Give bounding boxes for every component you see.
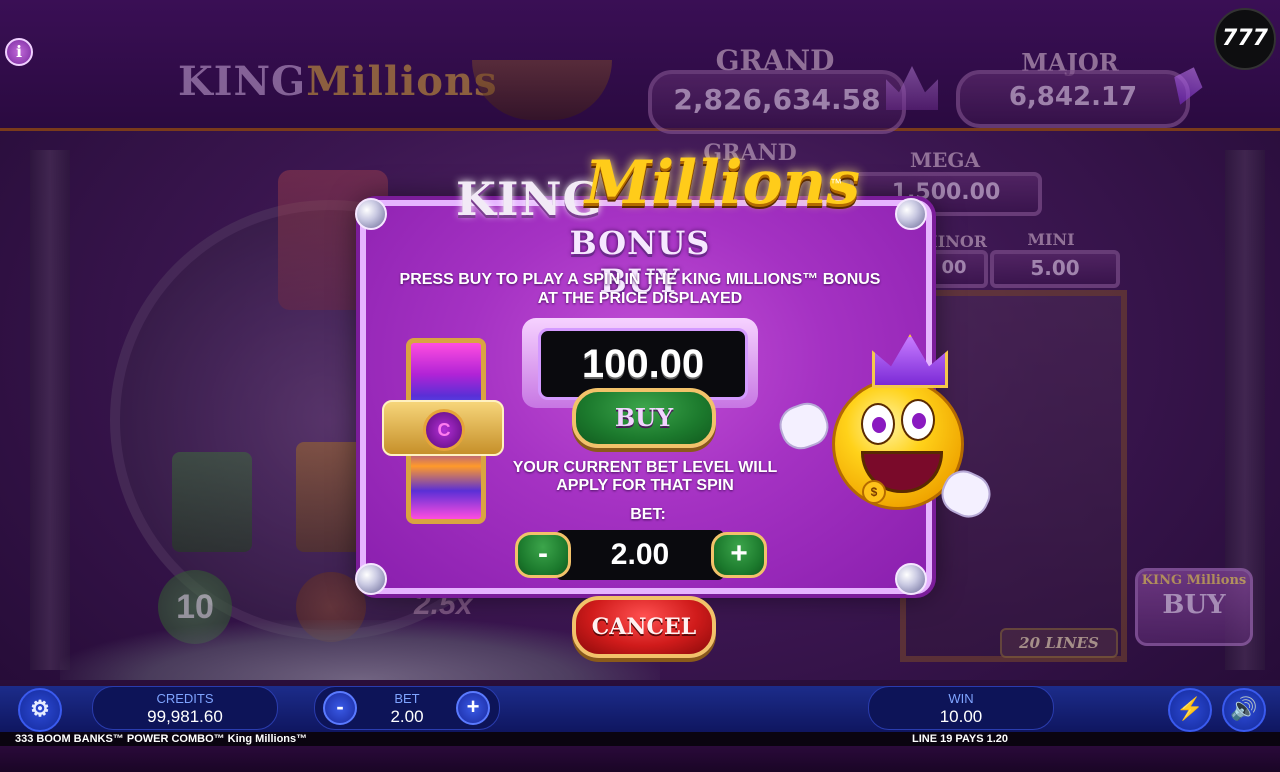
bet-decrease-button[interactable]: - [323, 691, 357, 725]
line-pays-message: LINE 19 PAYS 1.20 [912, 733, 1008, 745]
speaker-icon[interactable]: 🔊 [1222, 688, 1266, 732]
background-game-logo: KINGMillions [178, 58, 498, 105]
jackpot-mini-panel: 5.00 [990, 250, 1120, 288]
info-icon[interactable]: i [5, 38, 33, 66]
background-logo-millions: Millions [306, 58, 498, 105]
side-bonus-buy-button[interactable]: KING Millions BUY [1135, 568, 1253, 646]
bet-note-line2: APPLY FOR THAT SPIN [556, 477, 734, 494]
win-label: WIN [948, 691, 974, 706]
dialog-description-line1: PRESS BUY TO PLAY A SPIN IN THE KING MIL… [399, 271, 881, 288]
jackpot-grand-value: 2,826,634.58 [673, 83, 881, 116]
jackpot-mini-value: 5.00 [1030, 256, 1080, 280]
bet-note-line1: YOUR CURRENT BET LEVEL WILL [512, 459, 778, 476]
dialog-bet-label: BET: [630, 506, 666, 523]
mascot-eye [861, 403, 895, 445]
buy-button[interactable]: BUY [572, 388, 716, 448]
win-value: 10.00 [939, 707, 983, 726]
reel-badge: C [382, 400, 504, 456]
side-buy-logo: KING Millions [1141, 573, 1247, 588]
bottom-filler [0, 746, 1280, 772]
credits-label: CREDITS [156, 691, 214, 706]
dialog-title-millions: Millions [585, 148, 861, 218]
mascot-left-glove [773, 397, 835, 455]
rivet-decoration [355, 563, 387, 595]
dialog-bet-increase-button[interactable]: + [711, 532, 767, 578]
game-name: 333 BOOM BANKS™ POWER COMBO™ King Millio… [15, 733, 308, 745]
rivet-decoration [355, 198, 387, 230]
mascot-dollar-icon: $ [862, 480, 886, 504]
provider-777-logo: 777 [1214, 8, 1276, 70]
dialog-bet-decrease-button[interactable]: - [515, 532, 571, 578]
jackpot-major-panel: 6,842.17 [956, 70, 1190, 128]
background-logo-king: KING [178, 58, 307, 105]
dialog-title-king: KING [456, 172, 603, 226]
jackpot-minor-value: 00 [941, 257, 967, 278]
win-display: WIN 10.00 [868, 686, 1054, 730]
rivet-decoration [895, 198, 927, 230]
jackpot-mini-label: MINI [1027, 230, 1075, 249]
mascot-eye [901, 399, 935, 441]
lines-badge: 20 LINES [1000, 628, 1118, 658]
dialog-title-trademark: ™ [830, 176, 842, 190]
reel-coin-icon: C [423, 409, 465, 451]
credits-display: CREDITS 99,981.60 [92, 686, 278, 730]
jackpot-mega-label: MEGA [910, 148, 980, 172]
cancel-button[interactable]: CANCEL [572, 596, 716, 658]
rivet-decoration [895, 563, 927, 595]
jackpot-grand-panel: 2,826,634.58 [648, 70, 906, 134]
gear-icon[interactable]: ⚙ [18, 688, 62, 732]
dialog-bet-value: 2.00 [556, 530, 724, 580]
mascot-crown-icon [872, 334, 948, 388]
credits-value: 99,981.60 [147, 707, 223, 726]
dialog-description-line2: AT THE PRICE DISPLAYED [537, 290, 743, 307]
jackpot-major-value: 6,842.17 [1008, 82, 1138, 112]
side-buy-label: BUY [1162, 590, 1226, 620]
background-pillar-left [30, 150, 70, 670]
background-safe-green [172, 452, 252, 552]
lightning-icon[interactable]: ⚡ [1168, 688, 1212, 732]
background-coin-pile [60, 620, 660, 680]
bet-increase-button[interactable]: + [456, 691, 490, 725]
king-coin-mascot: $ [773, 330, 1000, 530]
